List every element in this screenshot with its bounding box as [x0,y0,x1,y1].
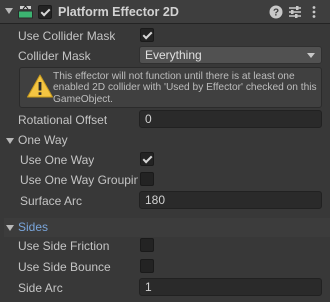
component-title: Platform Effector 2D [58,5,179,19]
side-arc-label: Side Arc [18,281,63,295]
use-side-bounce-checkbox[interactable] [140,259,154,273]
one-way-section-title[interactable]: One Way [18,133,68,147]
chevron-down-icon [307,53,315,58]
surface-arc-field[interactable]: 180 [139,191,322,209]
help-icon[interactable]: ? [268,4,284,20]
use-one-way-label: Use One Way [20,153,95,167]
use-side-bounce-label: Use Side Bounce [18,260,111,274]
rotational-offset-label: Rotational Offset [18,113,108,127]
collider-mask-dropdown[interactable]: Everything [139,46,322,64]
kebab-menu-icon[interactable] [306,4,322,20]
surface-arc-label: Surface Arc [20,194,83,208]
svg-text:?: ? [273,8,279,19]
warning-text: This effector will not function until th… [53,71,317,105]
rotational-offset-field[interactable]: 0 [139,110,322,128]
foldout-arrow-icon[interactable] [5,8,13,14]
use-side-friction-checkbox[interactable] [140,238,154,252]
warning-helpbox: This effector will not function until th… [19,67,322,108]
side-arc-field[interactable]: 1 [139,278,322,296]
presets-icon[interactable] [287,4,303,20]
use-collider-mask-checkbox[interactable] [140,28,154,42]
use-one-way-checkbox[interactable] [140,152,154,166]
sides-section-row [4,218,330,237]
sides-fold-icon[interactable] [6,225,14,231]
collider-mask-value: Everything [145,48,202,62]
sides-section-title[interactable]: Sides [18,220,48,234]
component-header: Platform Effector 2D ? [0,0,330,24]
platform-effector-icon [18,5,33,19]
use-one-way-grouping-label: Use One Way Groupin [20,173,138,187]
use-one-way-grouping-checkbox[interactable] [140,172,154,186]
component-enabled-checkbox[interactable] [38,5,52,19]
collider-mask-label: Collider Mask [18,49,91,63]
one-way-fold-icon[interactable] [6,138,14,144]
use-collider-mask-label: Use Collider Mask [18,29,116,43]
use-side-friction-label: Use Side Friction [18,239,110,253]
warning-icon [27,74,53,98]
